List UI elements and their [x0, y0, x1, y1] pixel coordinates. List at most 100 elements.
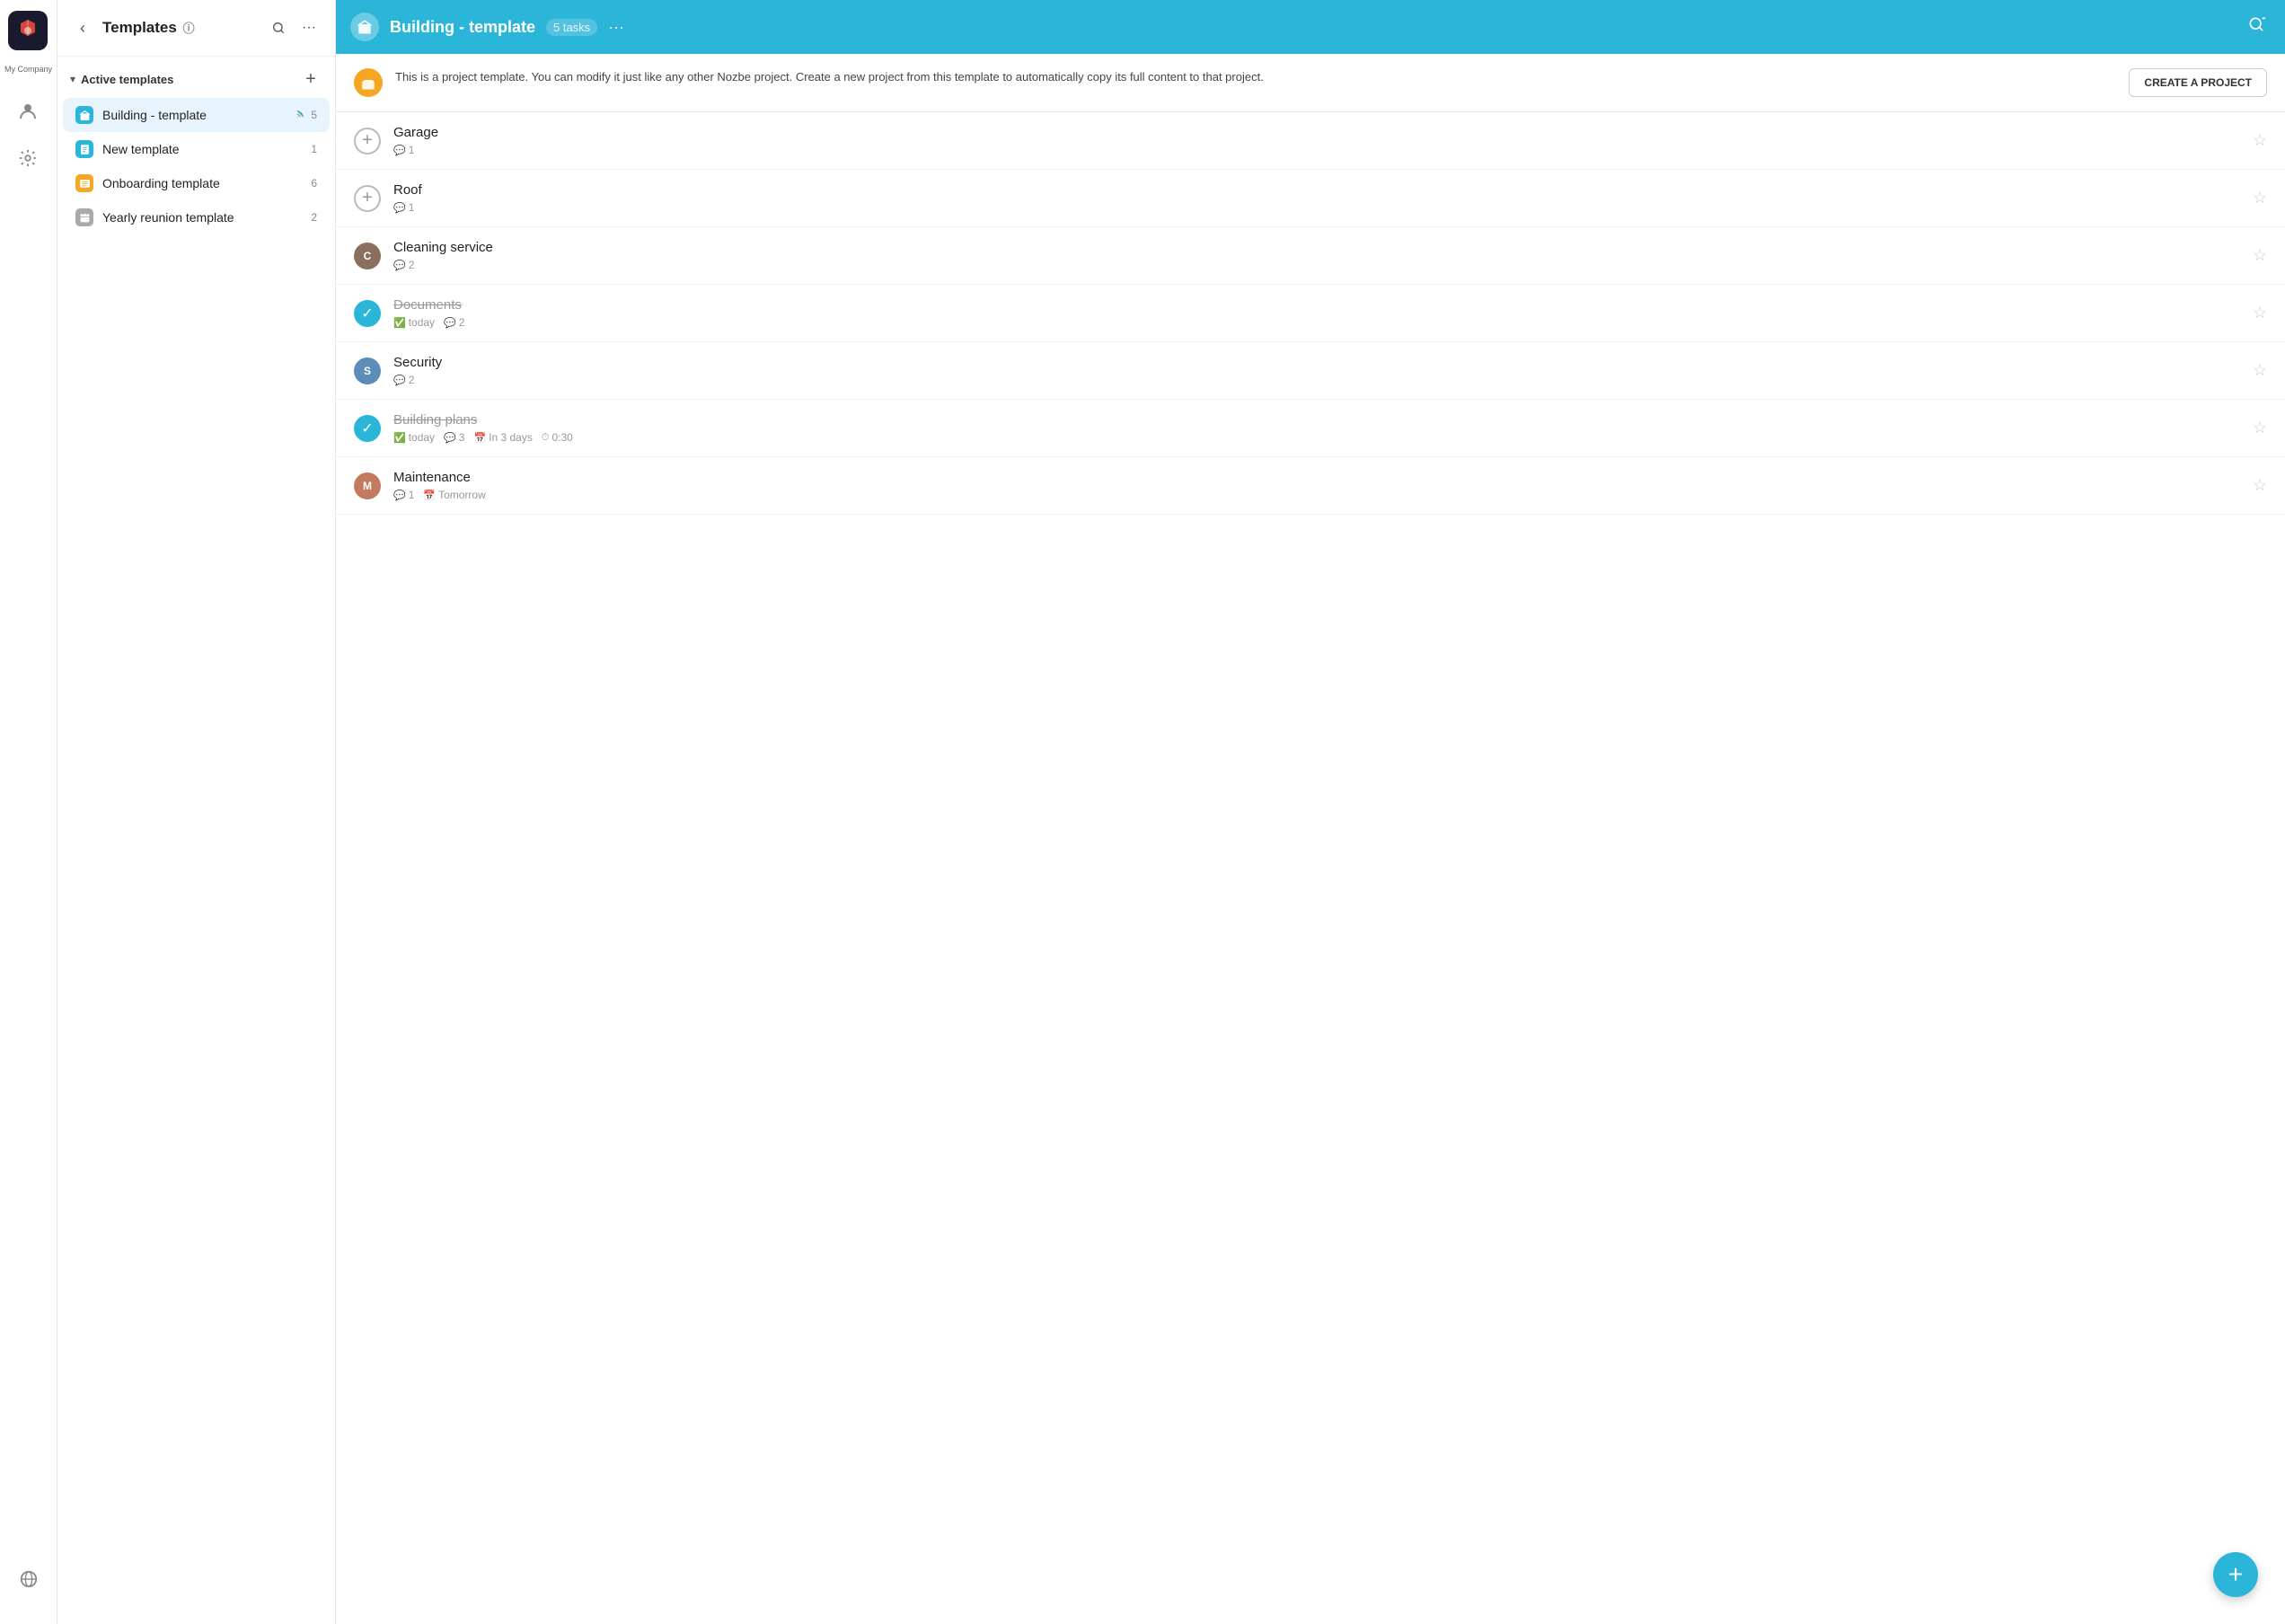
- sidebar-item-onboarding[interactable]: Onboarding template 6: [63, 166, 330, 200]
- task-meta-building-plans: ✅ today 💬 3 📅 In 3 days ⏱ 0:30: [393, 431, 2240, 444]
- comment-icon: 💬: [444, 432, 456, 444]
- task-checkbox-documents[interactable]: ✓: [354, 300, 381, 327]
- task-name-documents: Documents: [393, 297, 2240, 313]
- my-nozbe-btn[interactable]: [8, 92, 48, 131]
- task-comments-roof: 💬 1: [393, 201, 414, 214]
- sidebar-title: Templates ⓘ: [102, 19, 258, 37]
- task-item[interactable]: + Garage 💬 1 ☆: [336, 112, 2285, 170]
- task-item[interactable]: + Roof 💬 1 ☆: [336, 170, 2285, 227]
- sidebar-header: ‹ Templates ⓘ ···: [57, 0, 335, 57]
- task-meta-documents: ✅ today 💬 2: [393, 316, 2240, 329]
- template-name-building: Building - template: [102, 108, 286, 122]
- task-comments-building-plans: 💬 3: [444, 431, 464, 444]
- icon-bar: My Company: [0, 0, 57, 1624]
- template-name-onboarding: Onboarding template: [102, 176, 302, 190]
- comment-icon: 💬: [444, 317, 456, 329]
- task-meta-maintenance: 💬 1 📅 Tomorrow: [393, 489, 2240, 501]
- comment-icon: 💬: [393, 145, 406, 156]
- task-star-roof[interactable]: ☆: [2253, 189, 2267, 207]
- info-banner-icon: [354, 68, 383, 97]
- info-banner: This is a project template. You can modi…: [336, 54, 2285, 112]
- active-templates-section[interactable]: ▾ Active templates +: [57, 57, 335, 98]
- sidebar-item-yearly-reunion[interactable]: Yearly reunion template 2: [63, 200, 330, 234]
- task-body-documents: Documents ✅ today 💬 2: [393, 297, 2240, 329]
- task-due-building-plans: ✅ today: [393, 431, 435, 444]
- task-due-documents: ✅ today: [393, 316, 435, 329]
- fab-add-button[interactable]: +: [2213, 1552, 2258, 1597]
- template-meta-new: 1: [311, 143, 317, 155]
- task-body-building-plans: Building plans ✅ today 💬 3 📅 In 3 days: [393, 412, 2240, 444]
- task-checkbox-building-plans[interactable]: ✓: [354, 415, 381, 442]
- topbar-more-button[interactable]: ···: [608, 18, 624, 37]
- tasks-badge: 5 tasks: [546, 19, 597, 36]
- check-icon: ✅: [393, 432, 406, 444]
- task-due-maintenance: 📅 Tomorrow: [423, 489, 485, 501]
- task-body-maintenance: Maintenance 💬 1 📅 Tomorrow: [393, 470, 2240, 501]
- task-star-documents[interactable]: ☆: [2253, 304, 2267, 322]
- create-project-button[interactable]: CREATE A PROJECT: [2129, 68, 2267, 97]
- topbar-icon: [350, 13, 379, 41]
- sidebar-item-building-template[interactable]: Building - template 5: [63, 98, 330, 132]
- task-body-cleaning: Cleaning service 💬 2: [393, 240, 2240, 271]
- task-meta-cleaning: 💬 2: [393, 259, 2240, 271]
- template-meta-onboarding: 6: [311, 177, 317, 190]
- template-name-new: New template: [102, 142, 302, 156]
- topbar-search-button[interactable]: [2242, 10, 2271, 44]
- comment-icon: 💬: [393, 260, 406, 271]
- chevron-icon: ▾: [70, 73, 75, 85]
- task-name-cleaning: Cleaning service: [393, 240, 2240, 255]
- calendar-icon: 📅: [473, 432, 486, 444]
- task-name-security: Security: [393, 355, 2240, 370]
- task-time-building-plans: ⏱ 0:30: [542, 431, 573, 444]
- task-star-maintenance[interactable]: ☆: [2253, 476, 2267, 495]
- comment-icon: 💬: [393, 202, 406, 214]
- task-body-garage: Garage 💬 1: [393, 125, 2240, 156]
- globe-btn[interactable]: [9, 1559, 49, 1599]
- task-name-maintenance: Maintenance: [393, 470, 2240, 485]
- task-comments-cleaning: 💬 2: [393, 259, 414, 271]
- calendar-icon: 📅: [423, 490, 436, 501]
- info-banner-text: This is a project template. You can modi…: [395, 68, 2116, 86]
- more-button[interactable]: ···: [296, 14, 322, 41]
- task-star-security[interactable]: ☆: [2253, 361, 2267, 380]
- task-star-garage[interactable]: ☆: [2253, 131, 2267, 150]
- template-icon-onboarding: [75, 174, 93, 192]
- task-item[interactable]: ✓ Building plans ✅ today 💬 3 📅 In 3 days: [336, 400, 2285, 457]
- task-add-button-roof[interactable]: +: [354, 185, 381, 212]
- template-meta-yearly: 2: [311, 211, 317, 224]
- template-name-yearly: Yearly reunion template: [102, 210, 302, 225]
- task-avatar-maintenance: M: [354, 472, 381, 499]
- sidebar-header-actions: ···: [265, 14, 322, 41]
- section-title: Active templates: [81, 73, 299, 86]
- template-icon-yearly: [75, 208, 93, 226]
- task-comments-maintenance: 💬 1: [393, 489, 414, 501]
- task-body-security: Security 💬 2: [393, 355, 2240, 386]
- app-logo: [8, 11, 48, 50]
- task-comments-security: 💬 2: [393, 374, 414, 386]
- task-add-button-garage[interactable]: +: [354, 128, 381, 154]
- add-template-button[interactable]: +: [299, 67, 322, 91]
- template-icon-new: [75, 140, 93, 158]
- task-item[interactable]: ✓ Documents ✅ today 💬 2 ☆: [336, 285, 2285, 342]
- task-item[interactable]: M Maintenance 💬 1 📅 Tomorrow ☆: [336, 457, 2285, 515]
- sidebar: ‹ Templates ⓘ ··· ▾ Active templates +: [57, 0, 336, 1624]
- task-star-cleaning[interactable]: ☆: [2253, 246, 2267, 265]
- clock-icon: ⏱: [542, 432, 550, 444]
- check-icon: ✅: [393, 317, 406, 329]
- manage-btn[interactable]: [8, 138, 48, 178]
- main-content: Building - template 5 tasks ··· This is …: [336, 0, 2285, 1624]
- task-avatar-security: S: [354, 357, 381, 384]
- sidebar-title-info: ⓘ: [183, 22, 195, 35]
- sidebar-item-new-template[interactable]: New template 1: [63, 132, 330, 166]
- search-button[interactable]: [265, 14, 292, 41]
- topbar-title: Building - template: [390, 18, 535, 37]
- task-body-roof: Roof 💬 1: [393, 182, 2240, 214]
- back-button[interactable]: ‹: [70, 15, 95, 40]
- task-meta-security: 💬 2: [393, 374, 2240, 386]
- task-item[interactable]: S Security 💬 2 ☆: [336, 342, 2285, 400]
- template-count-yearly: 2: [311, 211, 317, 224]
- task-comments-documents: 💬 2: [444, 316, 464, 329]
- task-star-building-plans[interactable]: ☆: [2253, 419, 2267, 437]
- task-avatar-cleaning: C: [354, 243, 381, 269]
- task-item[interactable]: C Cleaning service 💬 2 ☆: [336, 227, 2285, 285]
